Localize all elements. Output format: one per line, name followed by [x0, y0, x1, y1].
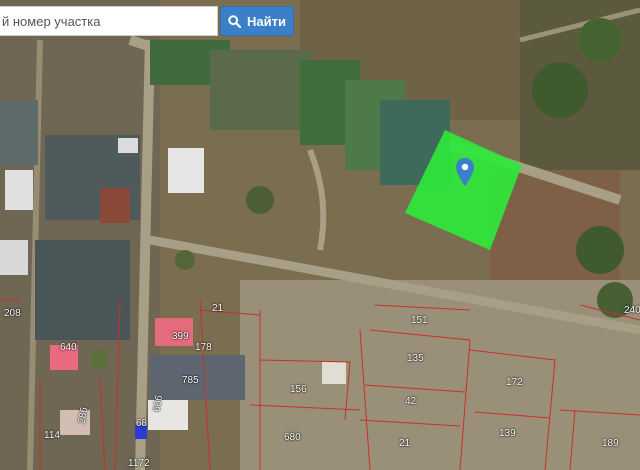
plot-label[interactable]: 139 [499, 428, 516, 439]
plot-label[interactable]: 151 [411, 315, 428, 326]
parcel-number-input[interactable] [0, 7, 217, 35]
plot-label[interactable]: 135 [407, 353, 424, 364]
plot-label[interactable]: 114 [44, 430, 60, 441]
map-view[interactable]: 21 208 399 178 151 640 135 785 172 156 4… [0, 0, 640, 470]
plot-label[interactable]: 680 [284, 432, 301, 443]
parcel-search-box[interactable] [0, 6, 218, 36]
find-button[interactable]: Найти [220, 6, 294, 36]
plot-label[interactable]: 21 [399, 438, 410, 449]
plot-label[interactable]: 208 [4, 308, 21, 319]
plot-label[interactable]: 1172 [128, 458, 150, 469]
plot-label[interactable]: 172 [506, 377, 523, 388]
plot-label[interactable]: 178 [195, 342, 212, 353]
plot-label[interactable]: 68 [136, 418, 147, 429]
plot-label[interactable]: 640 [60, 342, 77, 353]
plot-label[interactable]: 42 [405, 396, 416, 407]
plot-label[interactable]: 399 [172, 331, 189, 342]
map-pin-icon[interactable] [455, 157, 475, 187]
plot-label[interactable]: 785 [182, 375, 199, 386]
plot-label[interactable]: 189 [602, 438, 619, 449]
plot-label[interactable]: 156 [290, 384, 307, 395]
plot-label[interactable]: 21 [212, 303, 223, 314]
satellite-imagery [0, 0, 640, 470]
find-button-label: Найти [247, 13, 286, 29]
search-icon [228, 14, 242, 28]
plot-label[interactable]: 240 [624, 305, 640, 316]
